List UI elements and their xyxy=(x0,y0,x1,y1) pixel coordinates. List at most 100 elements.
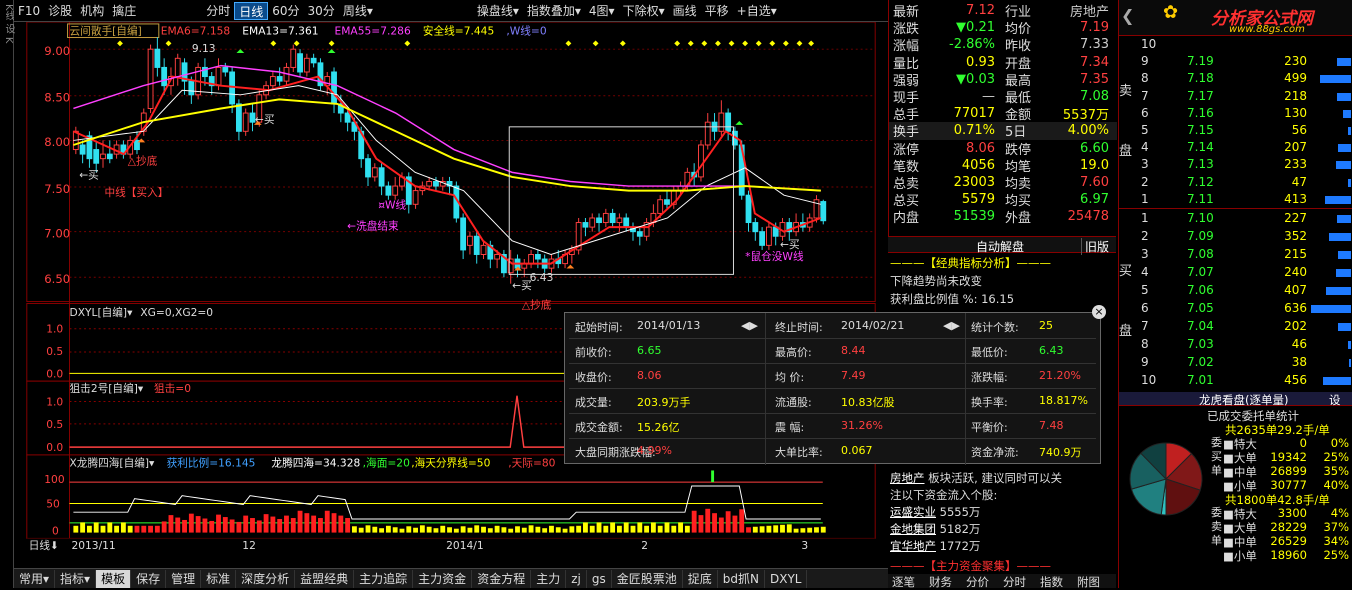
dayline-label[interactable]: 日线⬇ xyxy=(29,539,59,552)
y-tick-700: 7.00 xyxy=(44,226,70,240)
quote-value: 51539 xyxy=(953,209,995,225)
period-fenshi[interactable]: 分时 xyxy=(202,2,234,20)
order-book-row[interactable]: 9 7.19 230 xyxy=(1119,53,1352,71)
order-book-row[interactable]: 8 7.03 46 xyxy=(1119,336,1352,354)
longhu-side: 委买单 xyxy=(1211,436,1222,477)
toolbar-qinzhuang[interactable]: 擒庄 xyxy=(108,2,140,20)
toolbar-caopan[interactable]: 操盘线▾ xyxy=(473,2,523,20)
order-book-row[interactable]: 9 7.02 38 xyxy=(1119,354,1352,372)
collapse-icon[interactable]: ❮ xyxy=(1121,6,1134,25)
period-30[interactable]: 30分 xyxy=(304,2,339,20)
xlt-bar xyxy=(623,522,629,533)
order-book-row[interactable]: 6 7.05 636 xyxy=(1119,300,1352,318)
tab-zhuli-zhuizong[interactable]: 主力追踪 xyxy=(354,569,414,588)
quote-row: 换手 0.71% 5日 4.00% xyxy=(889,122,1117,140)
kline-chart[interactable]: 云间散手[自编] EMA6=7.158 EMA13=7.361 EMA55=7.… xyxy=(14,22,888,552)
order-book-row[interactable]: 3 7.13 233 xyxy=(1119,156,1352,174)
tab-muban[interactable]: 模板 xyxy=(96,569,132,588)
toolbar-4tu[interactable]: 4图▾ xyxy=(585,2,619,20)
jiji-title[interactable]: 狙击2号[自编]▾ xyxy=(70,382,144,395)
tab-shendu[interactable]: 深度分析 xyxy=(236,569,296,588)
volume-bar xyxy=(1348,341,1351,349)
tab-gs[interactable]: gs xyxy=(587,569,612,588)
tab-jinjiang[interactable]: 金匠股票池 xyxy=(612,569,683,588)
longhu-row: ■小单 18960 25% xyxy=(1223,548,1349,563)
xlt-bar xyxy=(718,517,724,533)
toolbar-zixuan[interactable]: +自选▾ xyxy=(733,2,781,20)
news-link[interactable]: 运盛实业 xyxy=(890,505,936,519)
quote-row: 现手 — 最低 7.08 xyxy=(889,88,1117,106)
candle-body xyxy=(534,253,541,260)
quote-value: 0.71% xyxy=(953,123,995,139)
order-book-row[interactable]: 2 7.12 47 xyxy=(1119,174,1352,192)
level: 6 xyxy=(1141,301,1149,315)
tab-biaozhun[interactable]: 标准 xyxy=(201,569,237,588)
news-line: 运盛实业 5555万 xyxy=(890,505,981,519)
order-book-row[interactable]: 6 7.16 130 xyxy=(1119,105,1352,123)
order-book-row[interactable]: 8 7.18 499 xyxy=(1119,70,1352,88)
order-book-row[interactable]: 7 7.17 218 xyxy=(1119,88,1352,106)
order-book-row[interactable]: 5 7.15 56 xyxy=(1119,122,1352,140)
order-book-row[interactable]: 4 7.07 240 xyxy=(1119,264,1352,282)
toolbar-zhengu[interactable]: 诊股 xyxy=(44,2,76,20)
old-version-tab[interactable]: 旧版 xyxy=(1081,238,1109,255)
date-step-arrows[interactable]: ◀▶ xyxy=(741,319,758,332)
order-book-row[interactable]: 10 xyxy=(1119,36,1352,54)
auto-tab[interactable]: 自动解盘 xyxy=(976,238,1024,255)
toolbar-jigou[interactable]: 机构 xyxy=(76,2,108,20)
tab-zhuodi[interactable]: 捉底 xyxy=(683,569,718,588)
order-book-row[interactable]: 2 7.09 352 xyxy=(1119,228,1352,246)
tab-changyong[interactable]: 常用▾ xyxy=(14,569,56,588)
candle-body xyxy=(752,222,759,233)
longhu-side: 委卖单 xyxy=(1211,506,1222,547)
longhu-settings[interactable]: 设 xyxy=(1329,392,1341,408)
quote-value: 25478 xyxy=(1067,209,1109,225)
order-book-row[interactable]: 4 7.14 207 xyxy=(1119,139,1352,157)
volume-bar xyxy=(1322,377,1351,385)
order-book-row[interactable]: 5 7.06 407 xyxy=(1119,282,1352,300)
order-book-row[interactable]: 1 7.10 227 xyxy=(1119,210,1352,228)
indicator-title[interactable]: 云间散手[自编] xyxy=(70,25,142,38)
tab-yimeng[interactable]: 益盟经典 xyxy=(295,569,355,588)
candle-body xyxy=(290,48,297,68)
xlt-bar xyxy=(766,525,772,533)
date-step-arrows[interactable]: ◀▶ xyxy=(943,319,960,332)
tab-guanli[interactable]: 管理 xyxy=(166,569,202,588)
news-link[interactable]: 房地产 xyxy=(890,471,925,485)
volume-bar xyxy=(1329,233,1351,241)
news-link[interactable]: 宜华地产 xyxy=(890,539,936,553)
period-rixian[interactable]: 日线 xyxy=(234,1,269,20)
tab-zijin-fangcheng[interactable]: 资金方程 xyxy=(472,569,532,588)
tab-zj[interactable]: zj xyxy=(566,569,587,588)
quote-label: 涨跌 xyxy=(893,22,920,38)
tab-bdzhuan[interactable]: bd抓N xyxy=(718,569,765,588)
toolbar-chuquan[interactable]: 下除权▾ xyxy=(619,2,669,20)
dxyl-title[interactable]: DXYL[自编]▾ xyxy=(70,306,134,319)
close-icon[interactable]: × xyxy=(1092,305,1106,319)
order-book-row[interactable]: 3 7.08 215 xyxy=(1119,246,1352,264)
period-week[interactable]: 周线▾ xyxy=(339,2,377,20)
tab-zhuli[interactable]: 主力 xyxy=(531,569,567,588)
order-book-row[interactable]: 1 7.11 413 xyxy=(1119,191,1352,209)
xlt-bar xyxy=(406,526,412,533)
toolbar-zhishu[interactable]: 指数叠加▾ xyxy=(523,2,585,20)
toolbar-huaxian[interactable]: 画线 xyxy=(669,2,701,20)
tab-zhibiao[interactable]: 指标▾ xyxy=(55,569,97,588)
candle-body xyxy=(106,153,113,160)
candle-body xyxy=(79,144,86,155)
news-link[interactable]: 金地集团 xyxy=(890,522,936,536)
tab-dxyl[interactable]: DXYL xyxy=(765,569,808,588)
quote-value: — xyxy=(982,89,995,105)
period-60[interactable]: 60分 xyxy=(268,2,303,20)
xlt-title[interactable]: X龙腾四海[自编]▾ xyxy=(70,457,156,470)
order-book-row[interactable]: 10 7.01 456 xyxy=(1119,372,1352,390)
tab-baocun[interactable]: 保存 xyxy=(131,569,167,588)
toolbar-pingyi[interactable]: 平移 xyxy=(701,2,733,20)
tab-zhuli-zijin[interactable]: 主力资金 xyxy=(413,569,473,588)
xlt-bar xyxy=(521,527,527,533)
toolbar-f10[interactable]: F10 xyxy=(14,2,44,20)
y-tick-750: 7.50 xyxy=(44,182,70,196)
quote-label: 总买 xyxy=(893,194,920,210)
price: 7.06 xyxy=(1187,283,1214,297)
order-book-row[interactable]: 7 7.04 202 xyxy=(1119,318,1352,336)
